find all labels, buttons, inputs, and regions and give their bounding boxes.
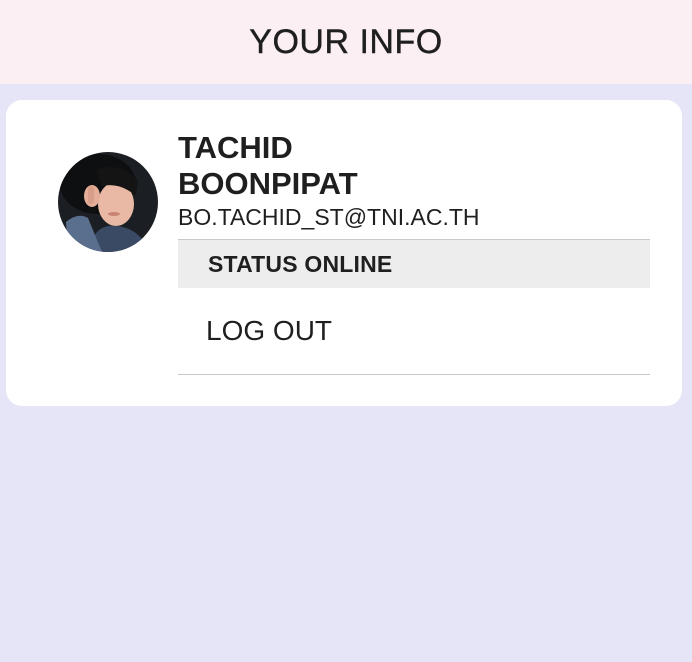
page-title: YOUR INFO [249, 22, 443, 61]
profile-card: TACHID BOONPIPAT BO.TACHID_ST@TNI.AC.TH … [6, 100, 682, 406]
user-last-name: BOONPIPAT [178, 166, 358, 201]
top-bar: YOUR INFO [0, 0, 692, 84]
profile-photo-icon [58, 152, 158, 252]
user-first-name: TACHID [178, 130, 293, 165]
divider [178, 374, 650, 375]
logout-button[interactable]: LOG OUT [178, 288, 650, 374]
user-email: BO.TACHID_ST@TNI.AC.TH [178, 204, 480, 230]
logout-label: LOG OUT [206, 315, 333, 346]
status-label: STATUS ONLINE [208, 250, 393, 277]
avatar [58, 152, 158, 252]
status-row: STATUS ONLINE [178, 240, 650, 288]
profile-info: TACHID BOONPIPAT BO.TACHID_ST@TNI.AC.TH … [178, 130, 650, 375]
